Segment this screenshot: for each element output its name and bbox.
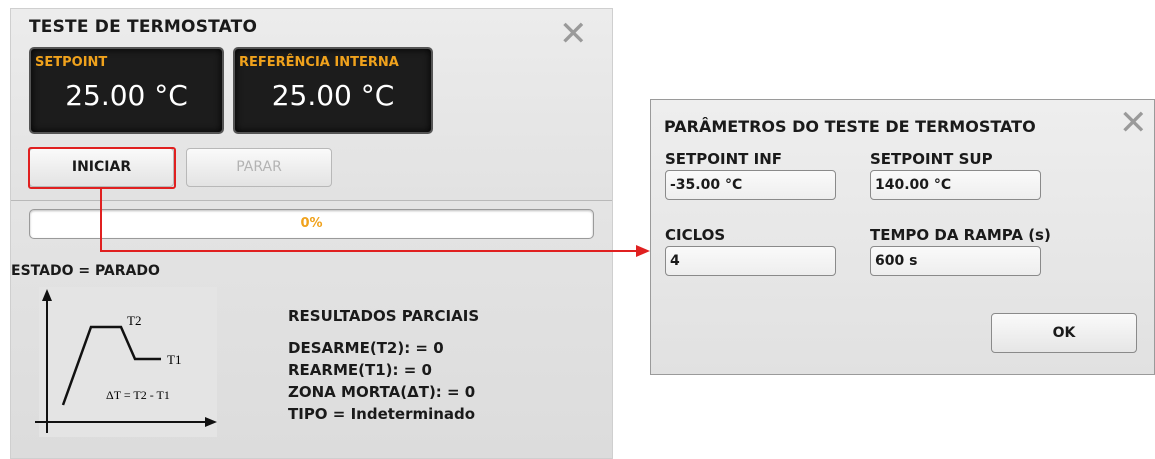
internal-reference-value: 25.00 °C — [271, 79, 395, 112]
t1-label: T1 — [167, 352, 181, 367]
dialog-title: PARÂMETROS DO TESTE DE TERMOSTATO — [664, 117, 1036, 136]
results-title: RESULTADOS PARCIAIS — [288, 307, 480, 325]
type-result: TIPO = Indeterminado — [288, 405, 476, 423]
ok-button[interactable]: OK — [991, 313, 1137, 353]
internal-reference-label: REFERÊNCIA INTERNA — [239, 55, 399, 70]
internal-reference-display: REFERÊNCIA INTERNA 25.00 °C — [233, 47, 433, 134]
cycles-label: CICLOS — [665, 226, 726, 244]
test-parameters-dialog: PARÂMETROS DO TESTE DE TERMOSTATO ✕ SETP… — [650, 99, 1155, 375]
close-icon[interactable]: ✕ — [559, 17, 588, 51]
progress-text: 0% — [300, 216, 323, 231]
deadband-result: ZONA MORTA(ΔT): = 0 — [288, 383, 476, 401]
delta-t-formula: ΔT = T2 - T1 — [106, 388, 170, 402]
setpoint-sup-label: SETPOINT SUP — [870, 150, 993, 168]
thermostat-test-panel: TESTE DE TERMOSTATO ✕ SETPOINT 25.00 °C … — [10, 8, 613, 459]
setpoint-inf-field[interactable]: -35.00 °C — [665, 170, 836, 200]
start-button-highlight — [28, 147, 176, 189]
reset-result: REARME(T1): = 0 — [288, 361, 432, 379]
panel-top-section: TESTE DE TERMOSTATO ✕ SETPOINT 25.00 °C … — [11, 9, 612, 201]
setpoint-inf-label: SETPOINT INF — [665, 150, 782, 168]
panel-title: TESTE DE TERMOSTATO — [29, 17, 258, 37]
setpoint-display: SETPOINT 25.00 °C — [29, 47, 224, 134]
cycles-field[interactable]: 4 — [665, 246, 836, 276]
ramp-time-field[interactable]: 600 s — [870, 246, 1041, 276]
trip-result: DESARME(T2): = 0 — [288, 339, 444, 357]
setpoint-value: 25.00 °C — [65, 79, 188, 112]
thermostat-diagram: T2 T1 ΔT = T2 - T1 — [35, 287, 217, 437]
status-text: ESTADO = PARADO — [11, 263, 160, 279]
stop-button[interactable]: PARAR — [186, 148, 332, 187]
ramp-time-label: TEMPO DA RAMPA (s) — [870, 226, 1051, 244]
partial-results: RESULTADOS PARCIAIS DESARME(T2): = 0 REA… — [288, 305, 479, 425]
t2-label: T2 — [127, 313, 141, 328]
connector-arrowhead-icon — [636, 245, 650, 257]
dialog-close-icon[interactable]: ✕ — [1119, 106, 1148, 140]
diagram-background — [39, 287, 217, 437]
setpoint-sup-field[interactable]: 140.00 °C — [870, 170, 1041, 200]
progress-bar: 0% — [29, 209, 594, 239]
setpoint-label: SETPOINT — [35, 55, 108, 70]
